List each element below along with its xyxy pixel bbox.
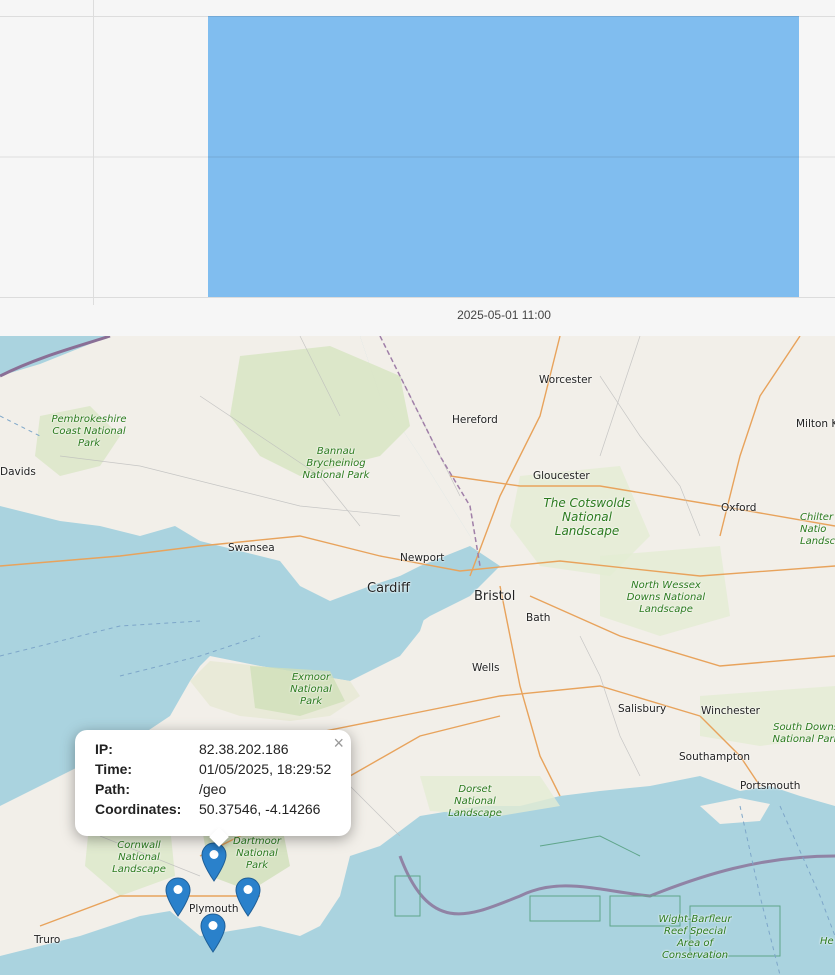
popup-ip-label: IP: [95, 741, 113, 757]
chart-canvas [0, 0, 835, 305]
popup-time-label: Time: [95, 761, 133, 777]
land-isle-of-wight [700, 798, 770, 824]
popup-coordinates-value: 50.37546, -4.14266 [199, 801, 321, 817]
label-he: He [820, 936, 834, 947]
map-marker-icon[interactable] [200, 913, 226, 953]
label-bath: Bath [526, 612, 551, 624]
popup-close-icon[interactable]: × [333, 734, 344, 752]
label-oxford: Oxford [721, 502, 757, 514]
label-dartmoor: Dartmoor National Park [233, 836, 281, 871]
popup-coordinates-label: Coordinates: [95, 801, 182, 817]
label-newport: Newport [400, 552, 445, 564]
popup-path-value: /geo [199, 781, 227, 797]
label-st-davids: Davids [0, 466, 36, 478]
label-salisbury: Salisbury [618, 703, 667, 715]
time-histogram-chart: 2025-05-01 11:00 [0, 0, 835, 336]
label-cornwall: Cornwall National Landscape [112, 840, 166, 875]
label-portsmouth: Portsmouth [740, 780, 801, 792]
label-wells: Wells [472, 662, 500, 674]
label-cotswolds: The Cotswolds National Landscape [543, 496, 631, 538]
label-gloucester: Gloucester [533, 470, 590, 482]
label-chiltern: Chilter Natio Landsc [800, 512, 835, 547]
popup-ip-value: 82.38.202.186 [199, 741, 289, 757]
label-cardiff: Cardiff [367, 581, 410, 596]
map-marker-icon[interactable] [201, 842, 227, 882]
x-tick-label: 2025-05-01 11:00 [457, 308, 551, 322]
label-truro: Truro [34, 934, 61, 946]
label-milton-keynes: Milton K [796, 418, 835, 430]
label-winchester: Winchester [701, 705, 760, 717]
popup-path-label: Path: [95, 781, 130, 797]
popup-time-value: 01/05/2025, 18:29:52 [199, 761, 332, 777]
label-wight-barfleur: Wight-Barfleur Reef Special Area of Cons… [658, 914, 732, 961]
label-bristol: Bristol [474, 589, 516, 604]
label-pembrokeshire: Pembrokeshire Coast National Park [51, 414, 127, 449]
label-south-downs: South Downs National Park [772, 722, 835, 745]
maritime-boundary-south [398, 854, 835, 916]
label-exmoor: Exmoor National Park [290, 672, 332, 707]
label-swansea: Swansea [228, 542, 275, 554]
marker-popup: × IP: 82.38.202.186 Time: 01/05/2025, 18… [75, 730, 351, 847]
label-north-wessex: North Wessex Downs National Landscape [626, 580, 706, 615]
label-southampton: Southampton [679, 751, 751, 763]
label-worcester: Worcester [539, 374, 592, 386]
map-view[interactable]: Worcester Hereford Milton K Pembrokeshir… [0, 336, 835, 975]
label-bannau: Bannau Brycheiniog National Park [302, 446, 370, 481]
label-dorset: Dorset National Landscape [448, 784, 502, 819]
map-marker-icon[interactable] [165, 877, 191, 917]
map-marker-icon[interactable] [235, 877, 261, 917]
label-hereford: Hereford [452, 414, 498, 426]
